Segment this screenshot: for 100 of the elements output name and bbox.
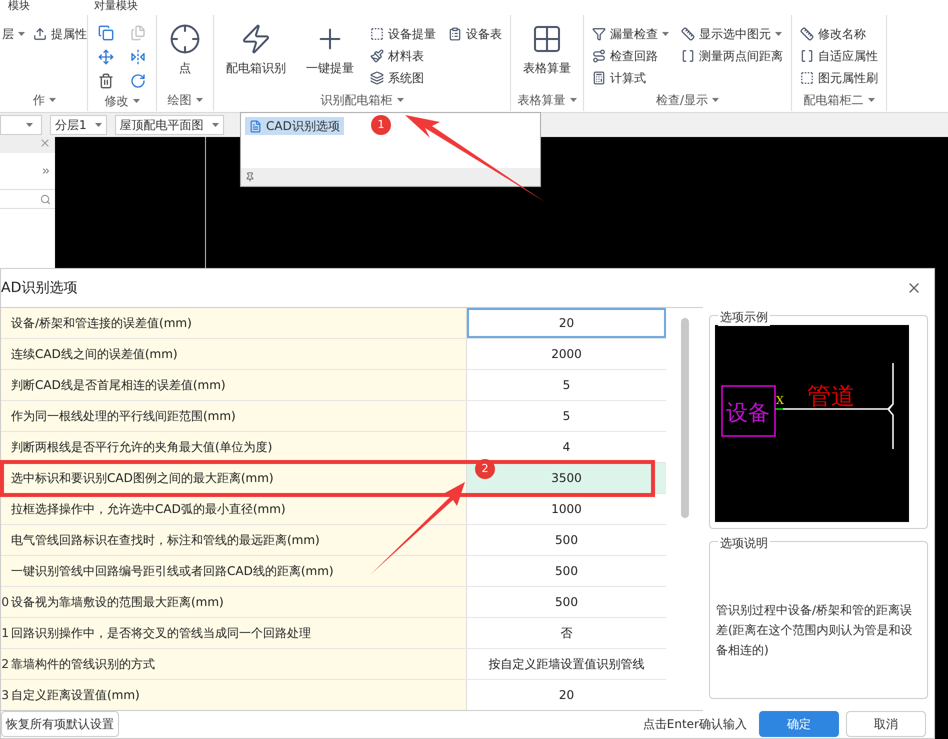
- ribbon-button[interactable]: 图元属性刷: [800, 67, 878, 89]
- table-cell: 3 自定义距离设置值(mm): [1, 680, 467, 710]
- value-cell[interactable]: 5: [467, 401, 666, 431]
- group-label: 修改: [104, 93, 128, 110]
- row-number: 1: [1, 625, 9, 642]
- tool-icon: [592, 71, 606, 85]
- group-label: 绘图: [168, 92, 192, 109]
- group-label: 配电箱柜二: [804, 92, 864, 109]
- grid-icon: [531, 23, 563, 55]
- tool-icon: [370, 71, 384, 85]
- value-cell[interactable]: 否: [467, 618, 666, 648]
- tool-icon: [370, 49, 384, 63]
- tool-icon: [681, 27, 695, 41]
- ribbon-button[interactable]: 设备提量: [370, 23, 436, 45]
- value-cell[interactable]: 2000: [467, 339, 666, 369]
- ribbon-button[interactable]: 系统图: [370, 67, 436, 89]
- drawing-select[interactable]: 屋顶配电平面图: [114, 115, 224, 135]
- caret-icon: [18, 32, 25, 36]
- rotate-icon: [130, 73, 146, 89]
- panel-title: 选项示例: [718, 308, 770, 326]
- ribbon-button[interactable]: 显示选中图元: [681, 23, 783, 45]
- caret-icon: [868, 98, 874, 102]
- value-cell[interactable]: 500: [467, 556, 666, 586]
- tool-icon: [592, 49, 606, 63]
- value-cell[interactable]: 5: [467, 370, 666, 400]
- ribbon-button[interactable]: 一键提量: [302, 23, 358, 89]
- tool-icon: [800, 49, 814, 63]
- ribbon-button[interactable]: 修改名称: [800, 23, 878, 45]
- caret-icon: [26, 123, 33, 127]
- tool-icon: [800, 27, 814, 41]
- drawing-select[interactable]: 分层1: [50, 115, 107, 135]
- group-label: 检查/显示: [656, 92, 708, 109]
- caret-icon: [132, 99, 140, 103]
- mirror-icon: [130, 49, 146, 65]
- table-cell: 判断两根线是否平行允许的夹角最大值(单位为度): [1, 432, 467, 462]
- group-label: 识别配电箱柜: [320, 92, 392, 109]
- ribbon-button[interactable]: 检查回路: [592, 45, 669, 67]
- tool-icon: [370, 27, 384, 41]
- row-number: 3: [1, 687, 9, 704]
- ribbon-button[interactable]: 漏量检查: [592, 23, 669, 45]
- tool-icon: [448, 27, 462, 41]
- ribbon-button[interactable]: 设备表: [448, 23, 502, 45]
- example-diagram: 设备 X 管道: [715, 325, 909, 522]
- value-cell[interactable]: 按自定义距墙设置值识别管线: [467, 649, 666, 679]
- table-cell: 电气管线回路标识在查找时，标注和管线的最远距离(mm): [1, 525, 467, 555]
- ribbon-button[interactable]: 提属性: [33, 23, 87, 45]
- search-icon: [40, 194, 51, 204]
- caret-icon: [94, 123, 102, 127]
- layer-dropdown[interactable]: 层: [2, 23, 25, 45]
- value-cell[interactable]: 20: [467, 308, 666, 338]
- scrollbar-thumb[interactable]: [680, 318, 688, 518]
- ribbon-button[interactable]: 点: [165, 23, 205, 77]
- trash-icon: [98, 73, 114, 89]
- value-cell[interactable]: 500: [467, 525, 666, 555]
- ribbon-button[interactable]: 自适应属性: [800, 45, 878, 67]
- table-cell: 选中标识和要识别CAD图例之间的最大距离(mm): [1, 463, 467, 493]
- table-cell: 0 设备视为靠墙敷设的范围最大距离(mm): [1, 587, 467, 617]
- copy-icon: [98, 25, 114, 41]
- dialog-title: AD识别选项: [1, 278, 78, 298]
- table-cell: 一键识别管线中回路编号距引线或者回路CAD线的距离(mm): [1, 556, 467, 586]
- caret-icon: [396, 98, 404, 102]
- tool-button[interactable]: [96, 23, 116, 43]
- table-cell: 设备/桥架和管连接的误差值(mm): [1, 308, 467, 338]
- table-cell: 连续CAD线之间的误差值(mm): [1, 339, 467, 369]
- move-icon: [98, 49, 114, 65]
- search-field[interactable]: [0, 189, 55, 209]
- ribbon-button[interactable]: 表格算量: [519, 23, 575, 77]
- value-cell[interactable]: 500: [467, 587, 666, 617]
- tool-icon: [592, 27, 606, 41]
- table-cell: 1 回路识别操作中，是否将交叉的管线当成同一个回路处理: [1, 618, 467, 648]
- caret-icon: [775, 32, 782, 36]
- group-label: 作: [33, 92, 45, 109]
- caret-icon: [570, 98, 576, 102]
- value-cell[interactable]: 4: [467, 432, 666, 462]
- tool-button[interactable]: [96, 47, 116, 67]
- menu-item[interactable]: CAD识别选项: [245, 117, 344, 135]
- tool-icon: [800, 71, 814, 85]
- caret-icon: [49, 98, 56, 102]
- row-number: 0: [1, 594, 9, 611]
- caret-icon: [196, 98, 202, 102]
- close-icon[interactable]: [39, 137, 51, 149]
- pin-icon[interactable]: [245, 172, 255, 182]
- ribbon-button[interactable]: 测量两点间距离: [681, 45, 783, 67]
- expand-icon[interactable]: [41, 166, 51, 176]
- table-cell: 判断CAD线是否首尾相连的误差值(mm): [1, 370, 467, 400]
- ribbon-button[interactable]: 材料表: [370, 45, 436, 67]
- caret-icon: [212, 123, 219, 127]
- ribbon-button[interactable]: 计算式: [592, 67, 669, 89]
- cad-file-icon: [249, 120, 262, 132]
- value-cell[interactable]: 20: [467, 680, 666, 710]
- description-text: 管识别过程中设备/桥架和管的距离误差(距离在这个范围内则认为管是和设备相连的): [716, 602, 914, 659]
- ok-button[interactable]: 确定: [759, 711, 839, 737]
- reset-button[interactable]: 恢复所有项默认设置: [1, 711, 119, 737]
- cancel-button[interactable]: 取消: [846, 711, 926, 737]
- table-cell: 作为同一根线处理的平行线间距范围(mm): [1, 401, 467, 431]
- hint-text: 点击Enter确认输入: [642, 716, 747, 733]
- value-cell[interactable]: 1000: [467, 494, 666, 524]
- caret-icon: [662, 32, 669, 36]
- table-cell: 2 靠墙构件的管线识别的方式: [1, 649, 467, 679]
- ribbon-button[interactable]: 配电箱识别: [222, 23, 290, 89]
